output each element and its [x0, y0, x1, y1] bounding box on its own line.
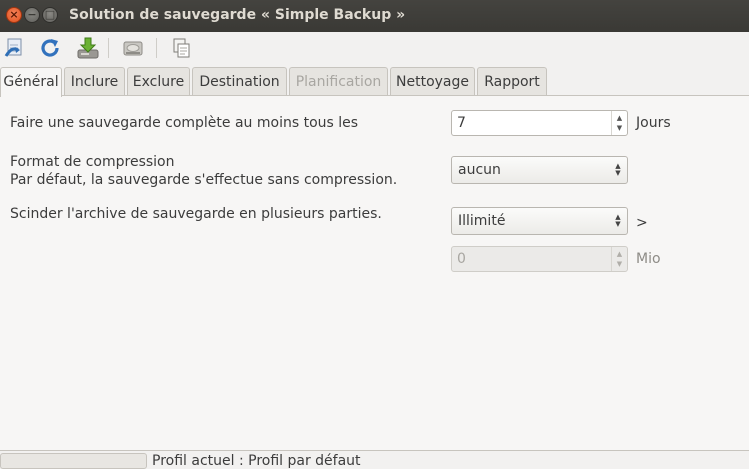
- toolbar: [0, 32, 749, 64]
- save-icon[interactable]: [76, 36, 100, 60]
- general-panel: [0, 95, 749, 451]
- status-text: Profil actuel : Profil par défaut: [152, 453, 361, 469]
- split-size-unit: Mio: [636, 251, 661, 267]
- split-indicator: >: [636, 215, 648, 231]
- split-label: Scinder l'archive de sauvegarde en plusi…: [10, 206, 382, 222]
- maximize-icon: □: [44, 8, 56, 21]
- tab-exclude[interactable]: Exclure: [127, 67, 190, 96]
- tab-purge[interactable]: Nettoyage: [390, 67, 475, 96]
- spinner-arrows-icon: ▲ ▼: [611, 247, 627, 271]
- window-title: Solution de sauvegarde « Simple Backup »: [69, 7, 406, 23]
- status-bar: Profil actuel : Profil par défaut: [0, 451, 749, 469]
- tab-include[interactable]: Inclure: [64, 67, 125, 96]
- full-backup-label: Faire une sauvegarde complète au moins t…: [10, 115, 359, 131]
- copy-icon[interactable]: [170, 36, 194, 60]
- status-progress: [0, 453, 147, 469]
- minimize-icon: −: [27, 8, 37, 21]
- close-button[interactable]: ×: [6, 7, 22, 23]
- spinner-arrows-icon[interactable]: ▲ ▼: [611, 111, 627, 135]
- split-select[interactable]: Illimité ▲ ▼: [451, 207, 628, 235]
- reload-icon[interactable]: [38, 36, 62, 60]
- title-bar: × − □ Solution de sauvegarde « Simple Ba…: [0, 0, 749, 32]
- tab-schedule: Planification: [289, 67, 388, 96]
- tab-bar: Général Inclure Exclure Destination Plan…: [0, 67, 749, 97]
- split-size-spinner: 0 ▲ ▼: [451, 246, 628, 272]
- full-backup-spinner[interactable]: 7 ▲ ▼: [451, 110, 628, 136]
- close-icon: ×: [9, 8, 19, 21]
- split-size-value: 0: [457, 251, 466, 267]
- compression-label: Format de compression: [10, 154, 175, 170]
- full-backup-value: 7: [457, 115, 466, 131]
- drive-icon[interactable]: [121, 36, 145, 60]
- toolbar-separator: [156, 38, 157, 58]
- full-backup-unit: Jours: [636, 115, 671, 131]
- chevron-updown-icon: ▲ ▼: [615, 213, 621, 228]
- split-value: Illimité: [458, 213, 506, 229]
- compression-select[interactable]: aucun ▲ ▼: [451, 156, 628, 184]
- compression-value: aucun: [458, 162, 501, 178]
- tab-report[interactable]: Rapport: [477, 67, 547, 96]
- minimize-button[interactable]: −: [24, 7, 40, 23]
- open-icon[interactable]: [4, 36, 28, 60]
- maximize-button[interactable]: □: [42, 7, 58, 23]
- chevron-updown-icon: ▲ ▼: [615, 162, 621, 177]
- tab-general[interactable]: Général: [0, 67, 62, 97]
- toolbar-separator: [108, 38, 109, 58]
- compression-hint: Par défaut, la sauvegarde s'effectue san…: [10, 172, 398, 188]
- tab-destination[interactable]: Destination: [192, 67, 287, 96]
